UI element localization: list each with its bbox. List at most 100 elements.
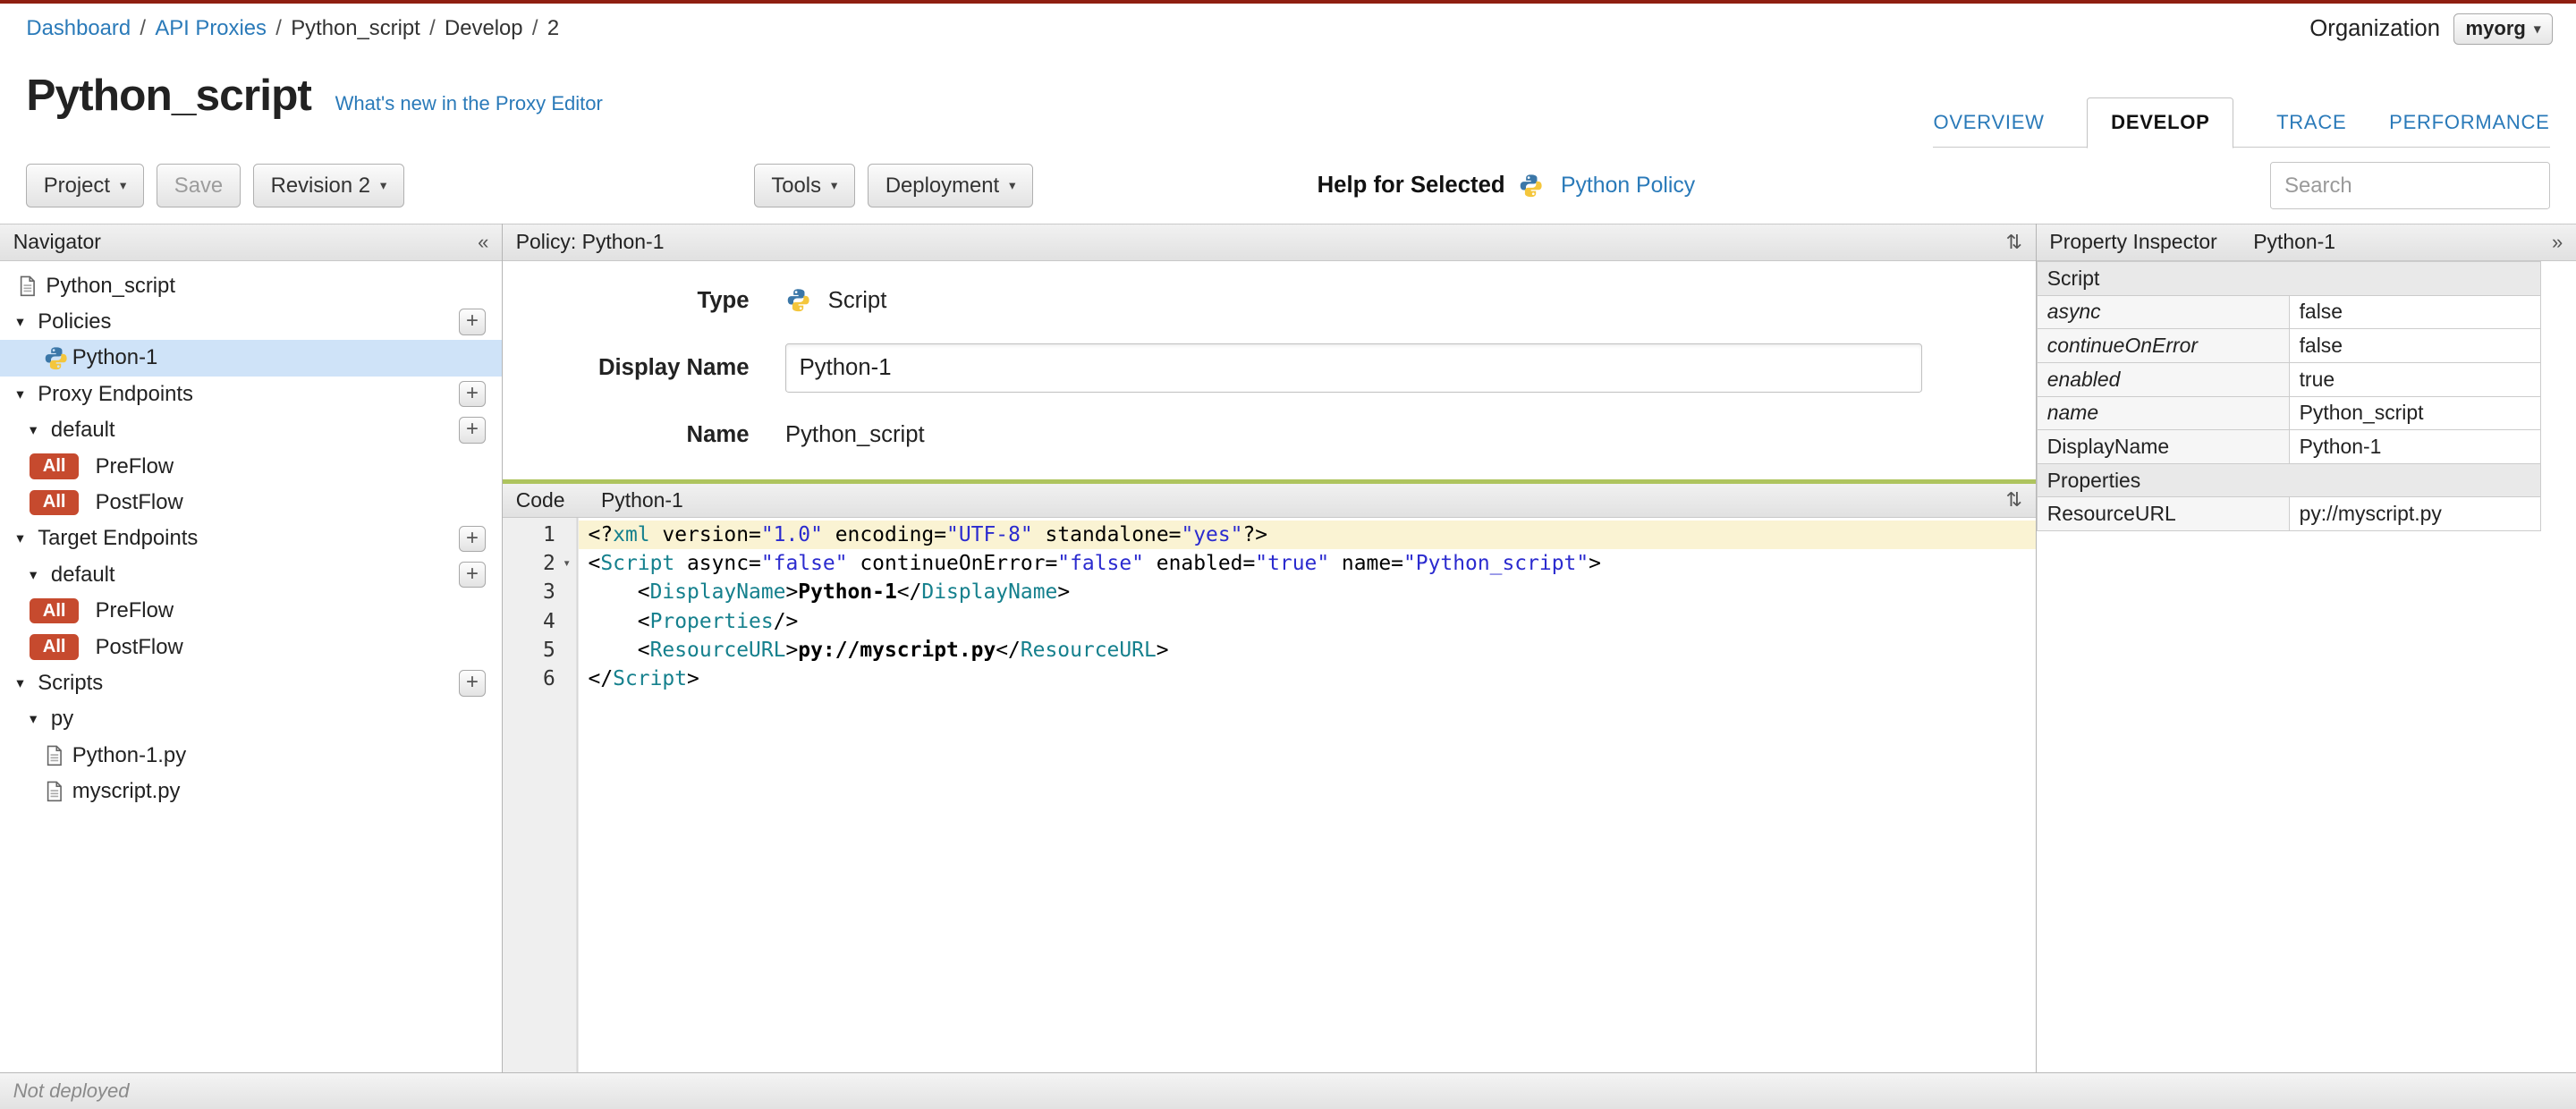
code-editor[interactable]: 1 <?xml version="1.0" encoding="UTF-8" st… bbox=[503, 517, 2036, 1073]
toolbar: Project ▾ Save Revision 2 ▾ Tools ▾ Depl… bbox=[0, 148, 2576, 223]
property-value[interactable]: Python_script bbox=[2288, 395, 2542, 431]
caret-down-icon: ▾ bbox=[1009, 179, 1016, 194]
property-value[interactable]: Python-1 bbox=[2288, 429, 2542, 464]
code-token-p: </ bbox=[896, 580, 922, 605]
deployment-status-text: Not deployed bbox=[13, 1079, 130, 1103]
code-line-1[interactable]: 1 <?xml version="1.0" encoding="UTF-8" st… bbox=[503, 521, 2036, 550]
breadcrumb-item-develop: Develop bbox=[445, 16, 523, 41]
collapse-panel-icon[interactable]: ⇅ bbox=[2006, 488, 2022, 512]
collapse-panel-icon[interactable]: « bbox=[478, 231, 488, 254]
nav-item-label: Target Endpoints bbox=[38, 526, 199, 551]
code-line-content: <Script async="false" continueOnError="f… bbox=[579, 549, 2036, 578]
code-token-p: version= bbox=[649, 523, 761, 547]
nav-item-proxy-preflow[interactable]: All PreFlow bbox=[0, 448, 502, 484]
nav-item-policy-python-1[interactable]: Python-1 bbox=[0, 340, 503, 377]
policy-header-title: Policy: Python-1 bbox=[515, 230, 665, 254]
python-icon bbox=[785, 287, 815, 313]
type-value: Script bbox=[827, 287, 887, 313]
caret-down-icon: ▾ bbox=[2534, 21, 2541, 37]
nav-item-python-script-root[interactable]: Python_script bbox=[0, 267, 502, 303]
add-button[interactable]: + bbox=[459, 417, 486, 444]
code-token-p: > bbox=[1057, 580, 1071, 605]
tab-develop[interactable]: DEVELOP bbox=[2087, 97, 2234, 149]
code-token-p: > bbox=[1589, 552, 1601, 576]
nav-item-file-myscript-py[interactable]: myscript.py bbox=[0, 774, 502, 809]
nav-item-file-python-1-py[interactable]: Python-1.py bbox=[0, 738, 502, 774]
add-button[interactable]: + bbox=[459, 562, 486, 588]
nav-item-target-postflow[interactable]: All PostFlow bbox=[0, 629, 502, 665]
tab-trace[interactable]: TRACE bbox=[2276, 97, 2346, 147]
add-button[interactable]: + bbox=[459, 670, 486, 697]
code-line-content: <DisplayName>Python-1</DisplayName> bbox=[579, 578, 2036, 606]
nav-item-target-default[interactable]: ▾ default + bbox=[0, 557, 502, 593]
caret-down-icon[interactable]: ▾ bbox=[30, 710, 51, 728]
code-line-4[interactable]: 4 <Properties/> bbox=[503, 607, 2036, 636]
nav-item-label: PostFlow bbox=[95, 489, 183, 514]
nav-item-scripts[interactable]: ▾ Scripts + bbox=[0, 665, 502, 701]
add-button[interactable]: + bbox=[459, 309, 486, 335]
code-line-6[interactable]: 6 </Script> bbox=[503, 665, 2036, 693]
property-inspector-subtitle: Python-1 bbox=[2253, 230, 2336, 254]
breadcrumb-item-dashboard[interactable]: Dashboard bbox=[26, 16, 131, 40]
caret-down-icon[interactable]: ▾ bbox=[16, 529, 38, 547]
property-value[interactable]: false bbox=[2288, 328, 2542, 363]
help-for-selected-label: Help for Selected bbox=[1317, 173, 1505, 199]
collapse-panel-icon[interactable]: ⇅ bbox=[2006, 231, 2022, 254]
project-button[interactable]: Project ▾ bbox=[26, 163, 144, 208]
add-button[interactable]: + bbox=[459, 381, 486, 408]
navigator-tree: Python_script ▾ Policies + Python-1 ▾ Proxy En… bbox=[0, 261, 503, 1072]
python-policy-link[interactable]: Python Policy bbox=[1561, 174, 1695, 199]
add-button[interactable]: + bbox=[459, 525, 486, 553]
tab-performance[interactable]: PERFORMANCE bbox=[2389, 97, 2549, 147]
property-name: DisplayName bbox=[2036, 429, 2290, 464]
property-value[interactable]: true bbox=[2288, 361, 2542, 397]
display-name-input[interactable] bbox=[784, 343, 1922, 393]
whats-new-link[interactable]: What's new in the Proxy Editor bbox=[335, 92, 603, 114]
nav-item-target-preflow[interactable]: All PreFlow bbox=[0, 593, 502, 629]
property-section-label: Script bbox=[2036, 260, 2542, 296]
code-line-content: <?xml version="1.0" encoding="UTF-8" sta… bbox=[578, 521, 2036, 550]
organization-select[interactable]: myorg ▾ bbox=[2453, 13, 2554, 46]
code-token-tag: Properties bbox=[649, 609, 774, 633]
code-header-title: Code bbox=[515, 487, 565, 512]
tab-overview[interactable]: OVERVIEW bbox=[1933, 97, 2044, 147]
property-value[interactable]: py://myscript.py bbox=[2288, 496, 2542, 532]
navigator-header: Navigator « bbox=[0, 223, 503, 261]
code-line-2[interactable]: 2 ▾ <Script async="false" continueOnError=… bbox=[503, 549, 2036, 578]
caret-down-icon[interactable]: ▾ bbox=[30, 566, 51, 584]
organization-label: Organization bbox=[2309, 15, 2441, 41]
code-line-5[interactable]: 5 <ResourceURL>py://myscript.py</Resourc… bbox=[503, 636, 2036, 665]
code-token-p: encoding= bbox=[822, 523, 947, 547]
fold-icon[interactable]: ▾ bbox=[555, 549, 579, 578]
revision-button[interactable]: Revision 2 ▾ bbox=[253, 163, 404, 208]
code-token-tag: xml bbox=[613, 523, 650, 547]
property-section-label: Properties bbox=[2036, 462, 2542, 498]
caret-down-icon[interactable]: ▾ bbox=[16, 385, 38, 403]
save-button[interactable]: Save bbox=[157, 163, 241, 208]
expand-panel-icon[interactable]: » bbox=[2552, 231, 2563, 254]
property-row-script: Script bbox=[2036, 260, 2542, 296]
flow-condition-badge: All bbox=[30, 634, 80, 660]
caret-down-icon[interactable]: ▾ bbox=[16, 674, 38, 692]
policy-form: Type Script Display Name Name Python_scr… bbox=[503, 261, 2036, 480]
nav-item-target-endpoints[interactable]: ▾ Target Endpoints + bbox=[0, 521, 502, 556]
nav-item-policies[interactable]: ▾ Policies + bbox=[0, 304, 502, 340]
tools-button[interactable]: Tools ▾ bbox=[753, 163, 855, 208]
nav-item-proxy-endpoints[interactable]: ▾ Proxy Endpoints + bbox=[0, 377, 502, 412]
code-line-3[interactable]: 3 <DisplayName>Python-1</DisplayName> bbox=[503, 578, 2036, 606]
caret-down-icon: ▾ bbox=[120, 179, 127, 194]
fold-gutter bbox=[555, 665, 579, 693]
code-line-content: <ResourceURL>py://myscript.py</ResourceU… bbox=[579, 636, 2036, 665]
caret-down-icon[interactable]: ▾ bbox=[30, 421, 51, 439]
property-value[interactable]: false bbox=[2288, 294, 2542, 330]
display-name-label: Display Name bbox=[597, 354, 750, 380]
line-number: 3 bbox=[542, 580, 555, 605]
nav-item-scripts-py[interactable]: ▾ py bbox=[0, 701, 502, 737]
code-token-p: > bbox=[1156, 638, 1169, 662]
search-input[interactable] bbox=[2270, 161, 2550, 210]
breadcrumb-item-api-proxies[interactable]: API Proxies bbox=[155, 16, 267, 40]
nav-item-proxy-postflow[interactable]: All PostFlow bbox=[0, 485, 502, 521]
deployment-button[interactable]: Deployment ▾ bbox=[868, 163, 1033, 208]
nav-item-proxy-default[interactable]: ▾ default + bbox=[0, 412, 502, 448]
caret-down-icon[interactable]: ▾ bbox=[16, 313, 38, 331]
